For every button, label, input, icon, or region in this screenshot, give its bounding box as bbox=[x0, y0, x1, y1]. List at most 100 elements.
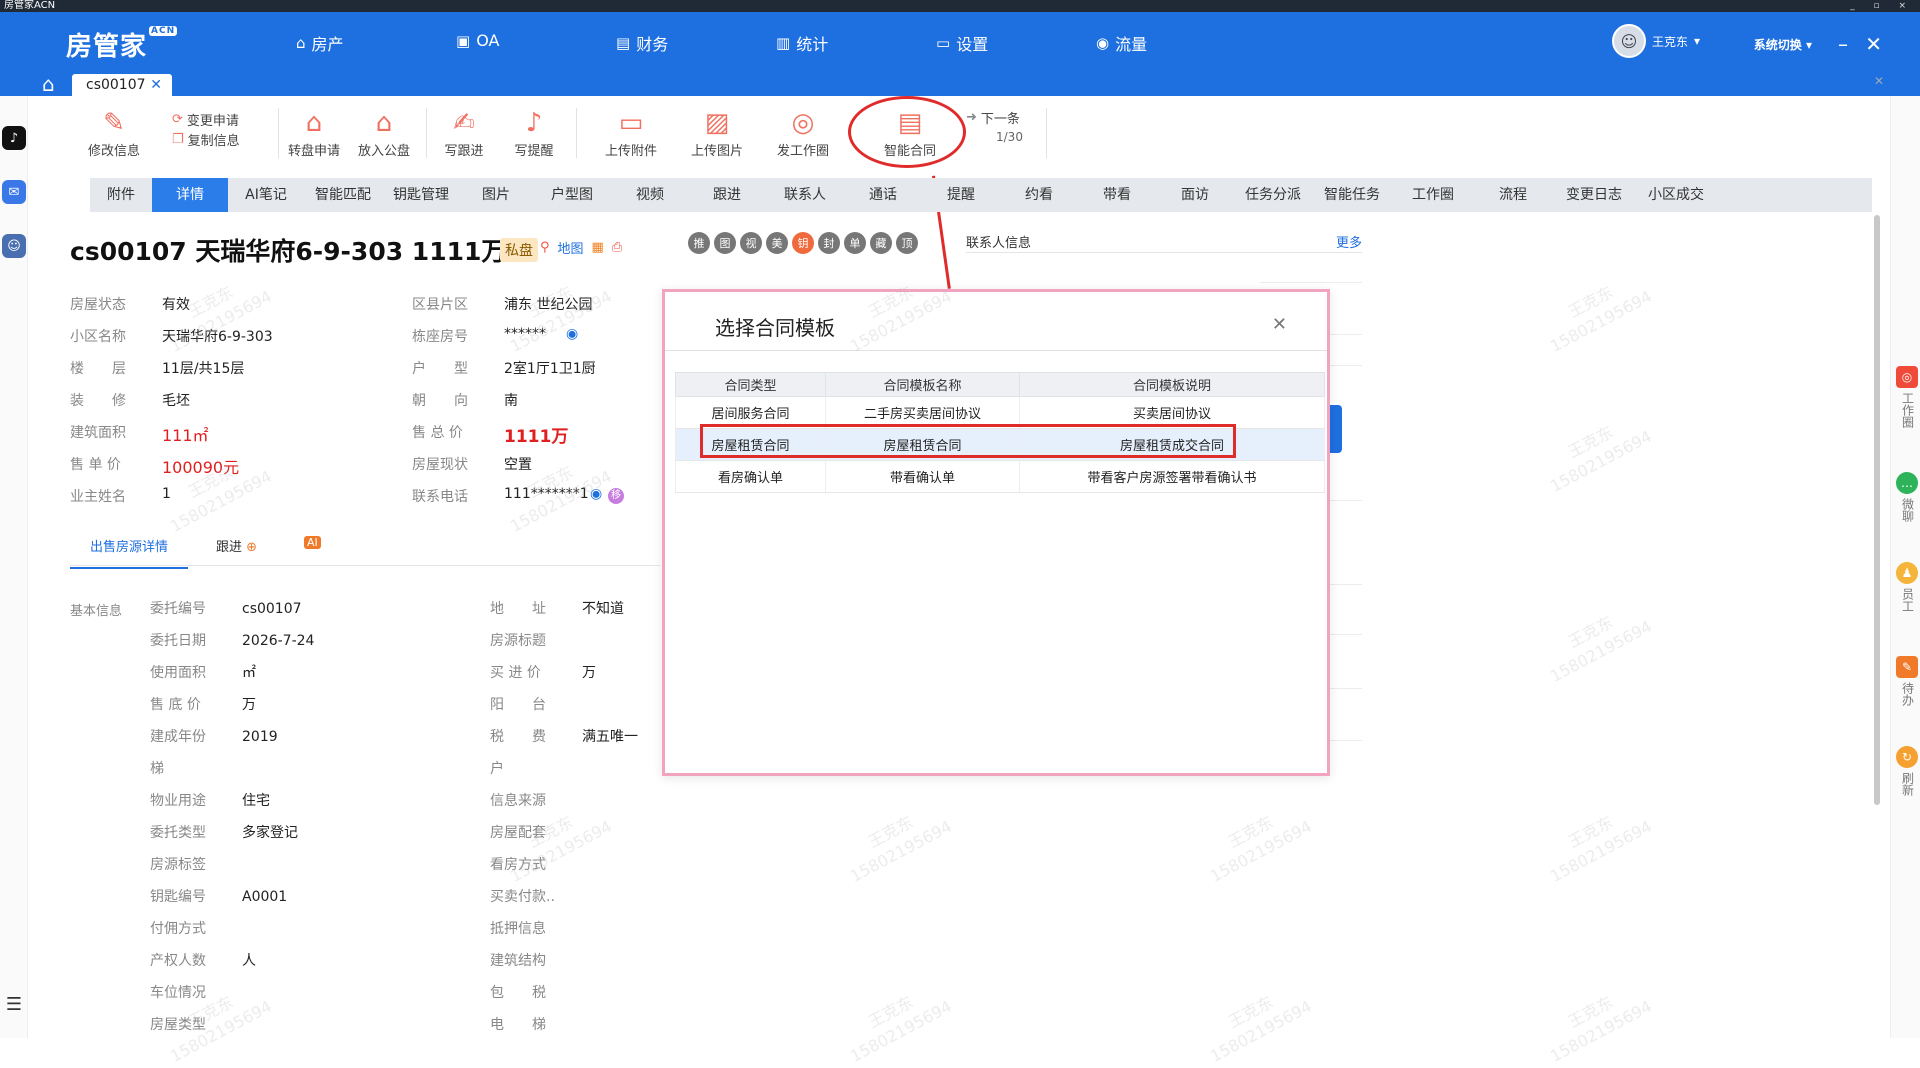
tab-smart-tasks[interactable]: 智能任务 bbox=[1312, 178, 1392, 212]
basic-info-row: 付佣方式 bbox=[150, 918, 242, 938]
tab-video[interactable]: 视频 bbox=[612, 178, 688, 212]
menu-list-icon[interactable]: ☰ bbox=[2, 992, 26, 1016]
basic-info-row: 钥匙编号 A0001 bbox=[150, 886, 287, 906]
badge-beauty: 美 bbox=[766, 232, 788, 254]
field-label: 房源标题 bbox=[490, 633, 546, 649]
tiktok-icon[interactable]: ♪ bbox=[2, 126, 26, 150]
upload-attachment-button[interactable]: ▭ 上传附件 bbox=[596, 106, 666, 159]
basic-info-row: 电 梯 bbox=[490, 1014, 582, 1034]
eye-icon[interactable]: ◉ bbox=[566, 326, 578, 342]
toolbar-divider bbox=[278, 108, 279, 158]
tab-smart-match[interactable]: 智能匹配 bbox=[304, 178, 382, 212]
nav-oa[interactable]: ▣ OA bbox=[456, 31, 499, 50]
user-menu[interactable]: ☺ 王克东 ▾ bbox=[1611, 24, 1700, 58]
write-followup-button[interactable]: ✍ 写跟进 bbox=[434, 106, 494, 159]
tab-followup[interactable]: 跟进 bbox=[688, 178, 766, 212]
hidden-action-button[interactable] bbox=[1330, 405, 1342, 453]
field-label: 售 底 价 bbox=[150, 697, 201, 713]
tab-key-management[interactable]: 钥匙管理 bbox=[382, 178, 460, 212]
field-label: 房屋类型 bbox=[150, 1017, 206, 1033]
tab-process[interactable]: 流程 bbox=[1474, 178, 1552, 212]
tab-floor-plan[interactable]: 户型图 bbox=[532, 178, 612, 212]
put-public-button[interactable]: ⌂ 放入公盘 bbox=[354, 106, 414, 159]
copy-info-button[interactable]: ❐ 复制信息 bbox=[172, 130, 240, 149]
folder-icon: ▭ bbox=[618, 108, 644, 138]
contact-more-link[interactable]: 更多 bbox=[1336, 232, 1362, 251]
tab-appointments[interactable]: 约看 bbox=[1000, 178, 1078, 212]
field-label: 户 bbox=[490, 761, 504, 777]
tab-interviews[interactable]: 面访 bbox=[1156, 178, 1234, 212]
print-icon[interactable]: ⎙ bbox=[612, 240, 622, 255]
sidebar-item-refresh[interactable]: ↻ 刷新 bbox=[1895, 746, 1919, 800]
ai-icon[interactable]: AI bbox=[304, 536, 321, 549]
phone-badge-icon[interactable]: 移 bbox=[608, 488, 624, 504]
basic-info-row: 委托编号 cs00107 bbox=[150, 598, 302, 618]
post-work-circle-button[interactable]: ◎ 发工作圈 bbox=[768, 106, 838, 159]
basic-info-row: 梯 bbox=[150, 758, 242, 778]
field-value: ㎡ bbox=[242, 665, 256, 681]
message-icon[interactable]: ✉ bbox=[2, 180, 26, 204]
tab-community-deals[interactable]: 小区成交 bbox=[1636, 178, 1716, 212]
tab-cs00107[interactable]: cs00107 ✕ bbox=[72, 74, 172, 96]
nav-statistics[interactable]: ▥ 统计 bbox=[776, 31, 828, 55]
tab-sub-followup[interactable]: 跟进 ⊕ bbox=[216, 536, 257, 555]
watermark: 王克东 15802195694 bbox=[847, 992, 955, 1066]
calculator-icon[interactable]: ▦ bbox=[592, 240, 604, 255]
tab-sale-detail[interactable]: 出售房源详情 bbox=[70, 536, 189, 569]
work-circle-icon: ◎ bbox=[1896, 366, 1918, 388]
sidebar-item-work-circle[interactable]: ◎ 工作圈 bbox=[1895, 366, 1919, 432]
nav-house[interactable]: ⌂ 房产 bbox=[296, 31, 344, 55]
tab-contacts[interactable]: 联系人 bbox=[766, 178, 844, 212]
window-controls[interactable]: _ ▫ × bbox=[1850, 0, 1914, 12]
tab-task-assign[interactable]: 任务分派 bbox=[1234, 178, 1312, 212]
nav-settings[interactable]: ▭ 设置 bbox=[936, 31, 988, 55]
copy-icon: ❐ bbox=[172, 132, 184, 147]
window-title: 房管家ACN bbox=[4, 0, 56, 11]
tab-detail[interactable]: 详情 bbox=[152, 178, 228, 212]
sidebar-item-staff[interactable]: ♟ 员工 bbox=[1895, 562, 1919, 616]
nav-traffic[interactable]: ◉ 流量 bbox=[1096, 31, 1147, 55]
change-request-button[interactable]: ⟳ 变更申请 bbox=[172, 110, 239, 129]
note-icon: ✍ bbox=[453, 108, 475, 138]
write-reminder-button[interactable]: ♪ 写提醒 bbox=[504, 106, 564, 159]
title-icons: ⚲ 地图 ▦ ⎙ bbox=[540, 238, 622, 257]
tab-close-icon[interactable]: ✕ bbox=[150, 74, 162, 96]
minimize-icon[interactable]: – bbox=[1838, 32, 1848, 56]
left-sidebar: ♪ ✉ ☺ ☰ bbox=[0, 96, 28, 1038]
tab-ai-notes[interactable]: AI笔记 bbox=[228, 178, 304, 212]
close-icon[interactable]: ✕ bbox=[1865, 32, 1882, 56]
agent-avatar-icon[interactable]: ☺ bbox=[2, 234, 26, 258]
sidebar-item-todo[interactable]: ✎ 待办 bbox=[1895, 656, 1919, 710]
nav-finance[interactable]: ▤ 财务 bbox=[616, 31, 668, 55]
tab-change-log[interactable]: 变更日志 bbox=[1552, 178, 1636, 212]
tab-attachment[interactable]: 附件 bbox=[90, 178, 152, 212]
next-record-button[interactable]: ➜ 下一条 bbox=[966, 108, 1020, 127]
badge-sealed: 封 bbox=[818, 232, 840, 254]
field-value: 万 bbox=[582, 665, 596, 681]
tab-reminders[interactable]: 提醒 bbox=[922, 178, 1000, 212]
basic-info-row: 建成年份 2019 bbox=[150, 726, 278, 746]
map-pin-icon[interactable]: ⚲ bbox=[540, 240, 550, 255]
field-label: 产权人数 bbox=[150, 953, 206, 969]
basic-info-row: 委托类型 多家登记 bbox=[150, 822, 298, 842]
edit-info-button[interactable]: ✎ 修改信息 bbox=[84, 106, 144, 159]
close-all-tabs-icon[interactable]: ✕ bbox=[1874, 74, 1884, 88]
map-link[interactable]: 地图 bbox=[558, 238, 584, 257]
field-label: 房屋配套 bbox=[490, 825, 546, 841]
image-icon: ▨ bbox=[704, 108, 730, 138]
bell-icon: ♪ bbox=[525, 108, 543, 138]
home-tab-icon[interactable]: ⌂ bbox=[42, 72, 55, 96]
upload-image-button[interactable]: ▨ 上传图片 bbox=[682, 106, 752, 159]
page-scrollbar[interactable] bbox=[1874, 215, 1880, 805]
sidebar-item-chat[interactable]: … 微聊 bbox=[1895, 472, 1919, 526]
tab-images[interactable]: 图片 bbox=[460, 178, 532, 212]
tab-work-circle[interactable]: 工作圈 bbox=[1392, 178, 1474, 212]
transfer-request-button[interactable]: ⌂ 转盘申请 bbox=[284, 106, 344, 159]
system-switch-button[interactable]: 系统切换 ▾ bbox=[1754, 36, 1812, 53]
tab-showings[interactable]: 带看 bbox=[1078, 178, 1156, 212]
dialog-close-icon[interactable]: ✕ bbox=[1272, 314, 1287, 335]
basic-info-row: 房源标签 bbox=[150, 854, 242, 874]
table-row[interactable]: 看房确认单 带看确认单 带看客户房源签署带看确认书 bbox=[675, 460, 1325, 493]
tab-calls[interactable]: 通话 bbox=[844, 178, 922, 212]
eye-icon[interactable]: ◉ bbox=[590, 486, 602, 502]
